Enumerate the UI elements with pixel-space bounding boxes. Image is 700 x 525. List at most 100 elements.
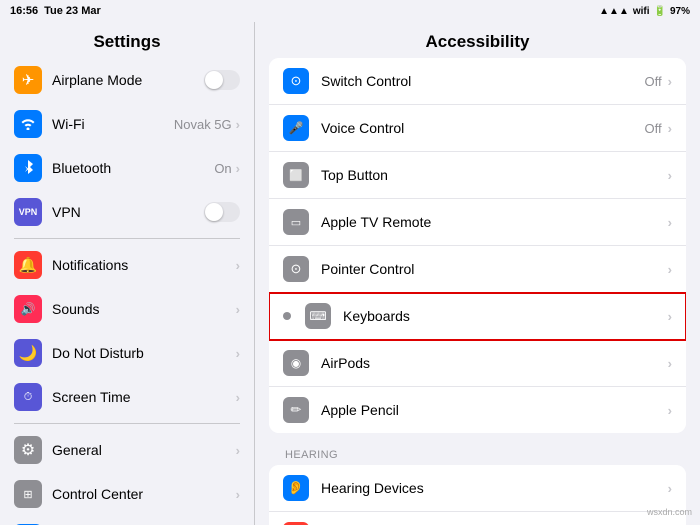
general-label: General: [52, 442, 236, 458]
pointer-control-chevron: ›: [668, 262, 672, 277]
status-bar: 16:56 Tue 23 Mar ▲▲▲ wifi 🔋 97%: [0, 0, 700, 22]
settings-group-hearing: 👂 Hearing Devices › 🔔 Sound Recognition …: [269, 465, 686, 525]
switch-control-icon: ⊙: [283, 68, 309, 94]
row-keyboards[interactable]: ⌨ Keyboards ›: [269, 293, 686, 340]
airpods-chevron: ›: [668, 356, 672, 371]
voice-control-value: Off: [645, 121, 662, 136]
sidebar-item-general[interactable]: ⚙ General ›: [0, 428, 254, 472]
row-apple-tv-remote[interactable]: ▭ Apple TV Remote ›: [269, 199, 686, 246]
sidebar: Settings ✈ Airplane Mode Wi-Fi Novak 5G: [0, 22, 255, 525]
general-icon: ⚙: [14, 436, 42, 464]
dnd-icon: 🌙: [14, 339, 42, 367]
airplane-toggle[interactable]: [204, 70, 240, 90]
apple-tv-remote-label: Apple TV Remote: [321, 214, 668, 230]
switch-control-chevron: ›: [668, 74, 672, 89]
app-container: Settings ✈ Airplane Mode Wi-Fi Novak 5G: [0, 22, 700, 525]
divider-1: [14, 238, 240, 239]
row-apple-pencil[interactable]: ✏ Apple Pencil ›: [269, 387, 686, 433]
sidebar-item-bluetooth[interactable]: Bluetooth On ›: [0, 146, 254, 190]
airpods-label: AirPods: [321, 355, 668, 371]
top-button-chevron: ›: [668, 168, 672, 183]
sidebar-group-system: 🔔 Notifications › 🔊 Sounds › 🌙 Do Not Di…: [0, 243, 254, 419]
bluetooth-value: On: [214, 161, 231, 176]
sidebar-item-airplane[interactable]: ✈ Airplane Mode: [0, 58, 254, 102]
hearing-section-label: HEARING: [269, 441, 686, 465]
apple-pencil-icon: ✏: [283, 397, 309, 423]
bluetooth-label: Bluetooth: [52, 160, 214, 176]
sounds-icon: 🔊: [14, 295, 42, 323]
wifi-value: Novak 5G: [174, 117, 232, 132]
sidebar-item-controlcenter[interactable]: ⊞ Control Center ›: [0, 472, 254, 516]
top-button-label: Top Button: [321, 167, 668, 183]
screentime-icon: ⏱: [14, 383, 42, 411]
controlcenter-chevron: ›: [236, 487, 240, 502]
sidebar-item-display[interactable]: ☀ Display & Brightness ›: [0, 516, 254, 525]
row-sound-recognition[interactable]: 🔔 Sound Recognition Off ›: [269, 512, 686, 525]
sidebar-group-apps: ⚙ General › ⊞ Control Center › ☀ Display…: [0, 428, 254, 525]
airplane-label: Airplane Mode: [52, 72, 204, 88]
airpods-icon: ◉: [283, 350, 309, 376]
wifi-label: Wi-Fi: [52, 116, 174, 132]
sidebar-item-notifications[interactable]: 🔔 Notifications ›: [0, 243, 254, 287]
status-right: ▲▲▲ wifi 🔋 97%: [599, 6, 690, 17]
switch-control-label: Switch Control: [321, 73, 645, 89]
row-pointer-control[interactable]: ⊙ Pointer Control ›: [269, 246, 686, 293]
row-voice-control[interactable]: 🎤 Voice Control Off ›: [269, 105, 686, 152]
row-switch-control[interactable]: ⊙ Switch Control Off ›: [269, 58, 686, 105]
screentime-label: Screen Time: [52, 389, 236, 405]
wifi-chevron: ›: [236, 117, 240, 132]
right-panel-title: Accessibility: [255, 22, 700, 58]
battery-icon: 🔋: [654, 6, 666, 17]
sounds-label: Sounds: [52, 301, 236, 317]
pointer-control-icon: ⊙: [283, 256, 309, 282]
controlcenter-label: Control Center: [52, 486, 236, 502]
apple-tv-remote-icon: ▭: [283, 209, 309, 235]
row-airpods[interactable]: ◉ AirPods ›: [269, 340, 686, 387]
top-button-icon: ⬜: [283, 162, 309, 188]
apple-tv-remote-chevron: ›: [668, 215, 672, 230]
controlcenter-icon: ⊞: [14, 480, 42, 508]
sidebar-item-sounds[interactable]: 🔊 Sounds ›: [0, 287, 254, 331]
dnd-chevron: ›: [236, 346, 240, 361]
switch-control-value: Off: [645, 74, 662, 89]
wifi-icon: [14, 110, 42, 138]
hearing-devices-icon: 👂: [283, 475, 309, 501]
signal-icon: ▲▲▲: [599, 6, 629, 17]
bluetooth-icon: [14, 154, 42, 182]
notifications-label: Notifications: [52, 257, 236, 273]
sidebar-item-wifi[interactable]: Wi-Fi Novak 5G ›: [0, 102, 254, 146]
row-top-button[interactable]: ⬜ Top Button ›: [269, 152, 686, 199]
battery-label: 97%: [670, 6, 690, 17]
vpn-icon: VPN: [14, 198, 42, 226]
right-panel: Accessibility ⊙ Switch Control Off › 🎤 V…: [255, 22, 700, 525]
right-content: ⊙ Switch Control Off › 🎤 Voice Control O…: [255, 58, 700, 525]
keyboards-icon: ⌨: [305, 303, 331, 329]
sounds-chevron: ›: [236, 302, 240, 317]
voice-control-label: Voice Control: [321, 120, 645, 136]
sidebar-title: Settings: [0, 22, 254, 58]
airplane-icon: ✈: [14, 66, 42, 94]
hearing-devices-label: Hearing Devices: [321, 480, 668, 496]
sidebar-item-screentime[interactable]: ⏱ Screen Time ›: [0, 375, 254, 419]
pointer-control-label: Pointer Control: [321, 261, 668, 277]
sidebar-section: ✈ Airplane Mode Wi-Fi Novak 5G ›: [0, 58, 254, 525]
watermark: wsxdn.com: [647, 507, 692, 517]
general-chevron: ›: [236, 443, 240, 458]
notifications-chevron: ›: [236, 258, 240, 273]
row-hearing-devices[interactable]: 👂 Hearing Devices ›: [269, 465, 686, 512]
keyboards-dot: [283, 312, 291, 320]
sidebar-item-vpn[interactable]: VPN VPN: [0, 190, 254, 234]
screentime-chevron: ›: [236, 390, 240, 405]
hearing-devices-chevron: ›: [668, 481, 672, 496]
divider-2: [14, 423, 240, 424]
apple-pencil-label: Apple Pencil: [321, 402, 668, 418]
status-left: 16:56 Tue 23 Mar: [10, 5, 101, 17]
sidebar-group-connectivity: ✈ Airplane Mode Wi-Fi Novak 5G ›: [0, 58, 254, 234]
sidebar-item-dnd[interactable]: 🌙 Do Not Disturb ›: [0, 331, 254, 375]
status-date: Tue 23 Mar: [44, 5, 101, 17]
voice-control-chevron: ›: [668, 121, 672, 136]
vpn-toggle[interactable]: [204, 202, 240, 222]
dnd-label: Do Not Disturb: [52, 345, 236, 361]
keyboards-chevron: ›: [668, 309, 672, 324]
vpn-label: VPN: [52, 204, 204, 220]
